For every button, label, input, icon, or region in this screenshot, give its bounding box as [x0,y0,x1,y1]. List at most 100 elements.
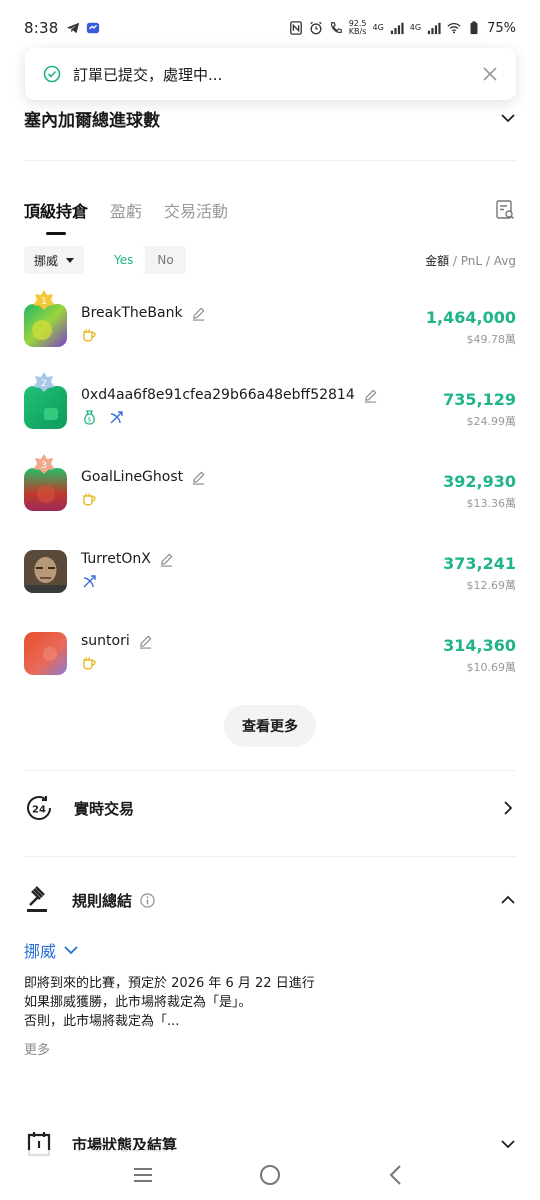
divider [24,770,516,771]
app-notification-icon [87,22,100,34]
holder-value: $12.69萬 [466,579,517,592]
money-bag-icon: $ [84,410,95,425]
holders-list: 1 BreakTheBank 1,464,000 $49.78萬 2 0xd4a… [24,288,516,698]
signal-icon [390,22,404,35]
see-more-button[interactable]: 查看更多 [224,705,316,747]
info-icon[interactable] [140,892,155,908]
system-navigation-bar [0,1150,540,1200]
nfc-icon [289,21,302,35]
call-icon [330,22,342,33]
alarm-icon [310,21,322,35]
country-select-label: 挪威 [34,253,59,268]
edit-pencil-icon[interactable] [191,306,206,321]
holder-value: $49.78萬 [466,333,517,346]
speed-unit: KB/s [348,27,367,36]
holder-row[interactable]: TurretOnX 373,241 $12.69萬 [24,534,516,616]
sort-options[interactable]: 金額 / PnL / Avg [425,252,516,269]
clock-24-icon: 24 [27,796,51,820]
holder-value: $24.99萬 [466,415,517,428]
network-type-1: 4G [372,23,384,32]
holder-name[interactable]: BreakTheBank [81,305,183,321]
holder-value: $13.36萬 [466,497,517,510]
market-question-accordion[interactable]: 塞內加爾總進球數 [24,100,516,136]
rank-number: 1 [41,297,47,307]
caret-down-icon [66,257,75,263]
holder-name[interactable]: GoalLineGhost [81,469,183,485]
cup-icon [83,656,96,670]
holder-row[interactable]: 1 BreakTheBank 1,464,000 $49.78萬 [24,288,516,370]
check-circle-icon [43,65,61,83]
divider [24,160,516,161]
avatar [24,468,67,511]
rank-number: 2 [41,379,47,389]
recent-apps-icon[interactable] [130,1162,156,1188]
rank-badge-gold: 1 [33,290,55,310]
tab-top-holdings[interactable]: 頂級持倉 [24,198,88,235]
tab-pnl[interactable]: 盈虧 [110,198,142,222]
clock-24-label: 24 [32,805,46,816]
home-icon[interactable] [257,1162,283,1188]
rank-badge-bronze: 3 [33,454,55,474]
edit-pencil-icon[interactable] [138,634,153,649]
battery-icon [470,21,478,35]
chevron-down-icon [64,946,78,955]
network-type-2: 4G [409,23,422,32]
rules-line: 否則，此市場將裁定為「... [24,1014,180,1029]
holdings-tabs: 頂級持倉 盈虧 交易活動 [24,190,516,235]
live-trading-label: 實時交易 [74,799,135,818]
rules-more-link[interactable]: 更多 [24,1039,516,1058]
sort-amount: 金額 [425,253,450,268]
holder-amount: 373,241 [443,554,516,573]
toast-message: 訂單已提交，處理中... [73,65,223,84]
edit-pencil-icon[interactable] [191,470,206,485]
tab-trading-activity[interactable]: 交易活動 [164,198,228,222]
holder-name[interactable]: TurretOnX [81,551,151,567]
cup-icon [83,328,96,342]
holder-amount: 392,930 [443,472,516,491]
holder-row[interactable]: 3 GoalLineGhost 392,930 $13.36萬 [24,452,516,534]
edit-pencil-icon[interactable] [363,388,378,403]
filter-row: 挪威 Yes No 金額 / PnL / Avg [24,246,516,274]
rank-badge-silver: 2 [33,372,55,392]
divider [24,856,516,857]
status-time: 8:38 [24,19,59,37]
chevron-up-icon [501,895,515,904]
holder-value: $10.69萬 [466,661,517,674]
holder-amount: 314,360 [443,636,516,655]
holder-name[interactable]: suntori [81,633,130,649]
holder-amount: 1,464,000 [425,308,516,327]
sort-rest: / PnL / Avg [449,253,516,268]
svg-text:$: $ [88,417,92,424]
holder-name[interactable]: 0xd4aa6f8e91cfea29b66a48ebff52814 [81,387,355,403]
archer-icon [110,411,123,424]
avatar [24,304,67,347]
rank-number: 3 [41,461,47,471]
yes-toggle-button[interactable]: Yes [102,246,146,274]
gavel-icon [27,886,47,912]
rules-summary-header[interactable]: 規則總結 [24,880,516,920]
cup-icon [83,492,96,506]
battery-percent: 75% [487,20,516,36]
document-search-icon[interactable] [494,199,516,221]
holder-row[interactable]: 2 0xd4aa6f8e91cfea29b66a48ebff52814 $ 73… [24,370,516,452]
no-toggle-button[interactable]: No [145,246,185,274]
order-toast: 訂單已提交，處理中... [25,48,516,100]
wifi-icon [447,22,461,34]
chevron-down-icon [501,114,515,123]
avatar [24,386,67,429]
country-select[interactable]: 挪威 [24,246,85,274]
avatar [24,632,67,675]
live-trading-row[interactable]: 24 實時交易 [24,788,516,828]
rules-body: 挪威 即將到來的比賽，預定於 2026 年 6 月 22 日進行 如果挪威獲勝，… [24,938,516,1058]
avatar [24,550,67,593]
edit-pencil-icon[interactable] [159,552,174,567]
holder-amount: 735,129 [443,390,516,409]
yes-no-toggle: Yes No [102,246,186,274]
archer-icon [83,575,96,588]
back-icon[interactable] [384,1162,410,1188]
rules-summary-title: 規則總結 [72,891,133,910]
close-icon[interactable] [482,66,498,82]
rules-country-select[interactable]: 挪威 [24,938,516,962]
holder-row[interactable]: suntori 314,360 $10.69萬 [24,616,516,698]
telegram-icon [67,22,80,34]
